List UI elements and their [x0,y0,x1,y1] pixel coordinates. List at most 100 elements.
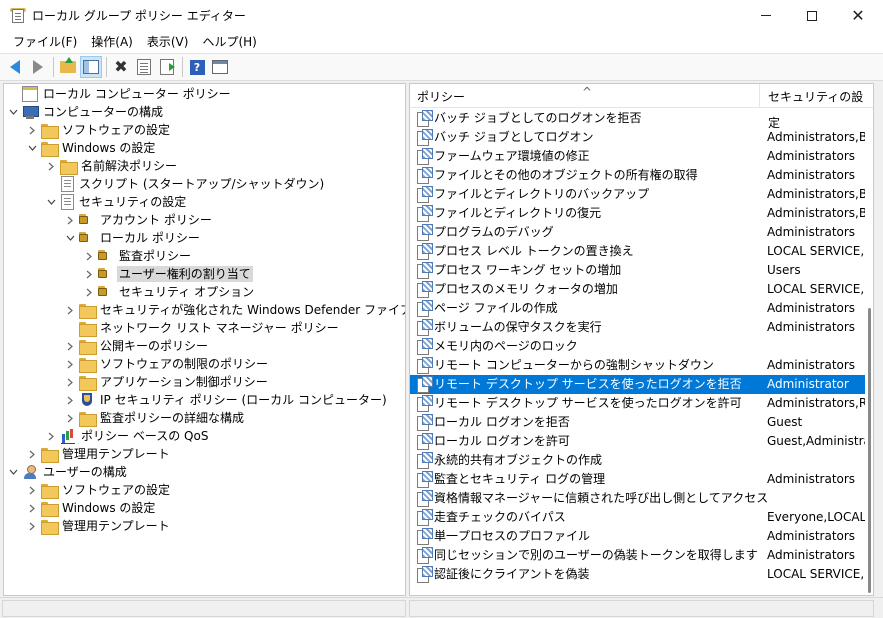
tree-node[interactable]: Windows の設定 [26,499,157,517]
column-header-policy[interactable]: ポリシー ^ [410,84,760,108]
tree-node[interactable]: ユーザーの構成 [7,463,129,481]
chevron-right-icon[interactable] [83,247,95,265]
tree-node[interactable]: ローカル コンピューター ポリシー [7,85,233,103]
chevron-right-icon[interactable] [64,301,76,319]
tree-node[interactable]: スクリプト (スタートアップ/シャットダウン) [45,175,326,193]
show-hide-console-tree-button[interactable] [80,56,102,78]
policy-setting-icon [417,186,433,203]
policy-row[interactable]: リモート デスクトップ サービスを使ったログオンを許可 Administrator… [410,394,865,413]
tree-node[interactable]: ソフトウェアの制限のポリシー [64,355,270,373]
properties-button[interactable] [133,56,155,78]
tree-node[interactable]: アカウント ポリシー [64,211,214,229]
tree-node-label: ユーザーの構成 [43,465,127,479]
policy-row[interactable]: リモート デスクトップ サービスを使ったログオンを拒否 Administrator [410,375,865,394]
tree-node[interactable]: 公開キーのポリシー [64,337,210,355]
chevron-down-icon[interactable] [7,463,19,481]
tree-node[interactable]: 管理用テンプレート [26,517,172,535]
policy-list-pane[interactable]: ポリシー ^ セキュリティの設定 バッチ ジョブとしてのログオンを拒否 バッチ ジ… [409,83,874,596]
policy-row[interactable]: ファイルとディレクトリの復元 Administrators,Bac [410,204,865,223]
policy-row[interactable]: 同じセッションで別のユーザーの偽装トークンを取得します Administrator… [410,546,865,565]
policy-row[interactable]: リモート コンピューターからの強制シャットダウン Administrators [410,356,865,375]
tree-node[interactable]: ポリシー ベースの QoS [45,427,210,445]
tree-node[interactable]: 管理用テンプレート [26,445,172,463]
close-button[interactable]: ✕ [835,0,881,31]
tree-node[interactable]: ユーザー権利の割り当て [83,265,253,283]
chevron-right-icon[interactable] [64,211,76,229]
chevron-right-icon[interactable] [64,409,76,427]
chevron-right-icon[interactable] [26,121,38,139]
chevron-right-icon[interactable] [83,283,95,301]
menu-file[interactable]: ファイル(F) [6,31,84,53]
policy-row[interactable]: 監査とセキュリティ ログの管理 Administrators [410,470,865,489]
chevron-down-icon[interactable] [7,103,19,121]
chevron-right-icon[interactable] [26,481,38,499]
policy-row[interactable]: プログラムのデバッグ Administrators [410,223,865,242]
policy-row[interactable]: メモリ内のページのロック [410,337,865,356]
tree-node[interactable]: セキュリティが強化された Windows Defender ファイアウォール [64,301,405,319]
policy-row[interactable]: 単一プロセスのプロファイル Administrators [410,527,865,546]
chevron-right-icon[interactable] [45,157,57,175]
policy-row[interactable]: バッチ ジョブとしてのログオンを拒否 [410,109,865,128]
tree-node-label: アプリケーション制御ポリシー [100,375,268,389]
chevron-right-icon[interactable] [64,355,76,373]
forward-button[interactable] [27,56,49,78]
chevron-down-icon[interactable] [45,193,57,211]
maximize-button[interactable] [789,0,835,31]
policy-row[interactable]: 資格情報マネージャーに信頼された呼び出し側としてアクセス [410,489,865,508]
document-icon [61,176,74,192]
policy-row[interactable]: 認証後にクライアントを偽装 LOCAL SERVICE,NE [410,565,865,584]
folder-icon [79,410,97,427]
up-one-level-button[interactable] [57,56,79,78]
policy-row[interactable]: 走査チェックのバイパス Everyone,LOCAL S [410,508,865,527]
export-list-button[interactable] [156,56,178,78]
tree-node[interactable]: ネットワーク リスト マネージャー ポリシー [64,319,341,337]
menu-help[interactable]: ヘルプ(H) [195,31,263,53]
column-header-security-setting[interactable]: セキュリティの設定 [761,84,873,130]
policy-row[interactable]: ローカル ログオンを拒否 Guest [410,413,865,432]
chevron-right-icon[interactable] [83,265,95,283]
tree-node[interactable]: 監査ポリシーの詳細な構成 [64,409,246,427]
tree-node[interactable]: 名前解決ポリシー [45,157,179,175]
policy-row[interactable]: プロセスのメモリ クォータの増加 LOCAL SERVICE,NE [410,280,865,299]
tree-node[interactable]: IP セキュリティ ポリシー (ローカル コンピューター) [64,391,389,409]
tree-node[interactable]: ローカル ポリシー [64,229,202,247]
policy-row[interactable]: ファイルとディレクトリのバックアップ Administrators,Bac [410,185,865,204]
policy-row[interactable]: ファイルとその他のオブジェクトの所有権の取得 Administrators [410,166,865,185]
menu-action[interactable]: 操作(A) [84,31,140,53]
minimize-button[interactable] [743,0,789,31]
back-button[interactable] [4,56,26,78]
console-tree[interactable]: ローカル コンピューター ポリシー コンピューターの構成 ソフトウェアの設定 Wind… [3,83,406,596]
menu-view[interactable]: 表示(V) [140,31,196,53]
chevron-down-icon[interactable] [26,139,38,157]
tree-node[interactable]: 監査ポリシー [83,247,193,265]
tree-node[interactable]: ソフトウェアの設定 [26,121,172,139]
help-button[interactable]: ? [186,56,208,78]
chevron-down-icon[interactable] [64,229,76,247]
policy-row[interactable]: ファームウェア環境値の修正 Administrators [410,147,865,166]
chevron-right-icon[interactable] [64,337,76,355]
tree-node[interactable]: ソフトウェアの設定 [26,481,172,499]
delete-button[interactable]: ✖ [110,56,132,78]
policy-setting-icon [417,148,433,165]
chevron-right-icon[interactable] [26,517,38,535]
policy-row[interactable]: プロセス ワーキング セットの増加 Users [410,261,865,280]
policy-row[interactable]: ローカル ログオンを許可 Guest,Administrato [410,432,865,451]
tree-node[interactable]: コンピューターの構成 [7,103,165,121]
tree-node[interactable]: アプリケーション制御ポリシー [64,373,270,391]
vertical-scrollbar[interactable] [865,108,873,595]
policy-row[interactable]: バッチ ジョブとしてログオン Administrators,Bac [410,128,865,147]
tree-node[interactable]: Windows の設定 [26,139,157,157]
tree-node[interactable]: セキュリティ オプション [83,283,256,301]
policy-row[interactable]: プロセス レベル トークンの置き換え LOCAL SERVICE,NE [410,242,865,261]
chevron-right-icon[interactable] [64,373,76,391]
policy-row[interactable]: 永続的共有オブジェクトの作成 [410,451,865,470]
scrollbar-thumb[interactable] [868,308,871,593]
chevron-right-icon[interactable] [45,427,57,445]
chevron-right-icon[interactable] [26,499,38,517]
chevron-right-icon[interactable] [26,445,38,463]
chevron-right-icon[interactable] [64,391,76,409]
view-button[interactable] [209,56,231,78]
policy-row[interactable]: ページ ファイルの作成 Administrators [410,299,865,318]
policy-row[interactable]: ボリュームの保守タスクを実行 Administrators [410,318,865,337]
tree-node[interactable]: セキュリティの設定 [45,193,188,211]
